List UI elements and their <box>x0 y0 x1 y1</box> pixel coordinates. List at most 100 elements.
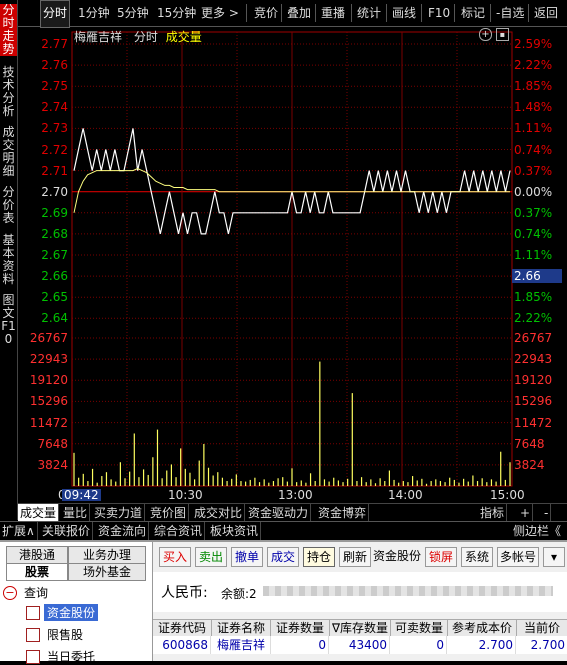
toolbar-back[interactable]: 返回 <box>534 0 558 26</box>
ctab-indicator[interactable]: 指标 <box>478 504 508 522</box>
tree-today-orders[interactable]: 当日委托 <box>47 648 95 665</box>
col-qty[interactable]: 证券数量 <box>271 620 330 636</box>
toolbar-1min[interactable]: 1分钟 <box>78 0 110 26</box>
cell-code: 600868 <box>153 636 211 654</box>
tree-funds-positions[interactable]: 资金股份 <box>44 604 99 621</box>
info-fund-flow[interactable]: 资金流向 <box>96 522 150 540</box>
sell-button[interactable]: 卖出 <box>195 547 227 567</box>
price-tick-label: 2.77 <box>41 37 68 51</box>
nav-business[interactable]: 业务办理 <box>68 546 146 564</box>
toolbar-replay[interactable]: 重播 <box>321 0 345 26</box>
toolbar-mark[interactable]: 标记 <box>461 0 485 26</box>
settings-icon[interactable]: ▪ <box>496 28 509 41</box>
col-price[interactable]: 当前价 <box>517 620 567 636</box>
positions-button[interactable]: 持仓 <box>303 547 335 567</box>
volume-tick-label-right: 15296 <box>514 394 553 409</box>
buy-button[interactable]: 买入 <box>159 547 191 567</box>
tree-restricted-shares[interactable]: 限售股 <box>47 626 83 643</box>
ctab-buy-sell-force[interactable]: 买卖力道 <box>92 504 146 522</box>
col-name[interactable]: 证券名称 <box>212 620 271 636</box>
vtab-basic-info[interactable]: 基本资料 <box>0 234 17 286</box>
col-sellable[interactable]: 可卖数量 <box>391 620 448 636</box>
col-cost[interactable]: 参考成本价 <box>448 620 517 636</box>
positions-table-header: 证券代码 证券名称 证券数量 ∇库存数量 可卖数量 参考成本价 当前价 <box>153 619 567 637</box>
toolbar-f10[interactable]: F10 <box>428 0 450 26</box>
toolbar-more[interactable]: 更多 > <box>201 0 239 26</box>
vtab-intraday[interactable]: 分时走势 <box>0 4 17 56</box>
volume-tick-label-right: 3824 <box>514 457 545 472</box>
nav-stocks[interactable]: 股票 <box>6 563 68 581</box>
tree-query[interactable]: 查询 <box>24 584 48 601</box>
info-related-quotes[interactable]: 关联报价 <box>40 522 94 540</box>
cell-name: 梅雁吉祥 <box>212 636 271 654</box>
intraday-chart[interactable]: 梅雁吉祥 分时 成交量 + ▪ 2.77 2.59% 2.76 2.22% 2.75 1.… <box>18 26 567 502</box>
volume-tick-label: 19120 <box>29 373 68 388</box>
toolbar-15min[interactable]: 15分钟 <box>157 0 196 26</box>
chart-stock-name: 梅雁吉祥 <box>74 30 123 44</box>
volume-tick-label-right: 26767 <box>514 331 553 345</box>
info-news[interactable]: 综合资讯 <box>152 522 206 540</box>
pct-tick-label: 1.85% <box>514 79 553 94</box>
add-circle-icon[interactable]: + <box>479 28 492 41</box>
info-sidebar[interactable]: 侧边栏《 <box>511 522 563 540</box>
ctab-fund-driver[interactable]: 资金驱动力 <box>246 504 312 522</box>
pct-tick-label: 1.48% <box>514 100 553 115</box>
ctab-zoom-in[interactable]: + <box>518 504 534 522</box>
left-vertical-tabs: 分时走势 技术分析 成交明细 分价表 基本资料 图文F10 <box>0 0 18 520</box>
info-expand[interactable]: 扩展∧ <box>0 522 38 540</box>
price-tick-label: 2.76 <box>41 58 68 73</box>
funds-positions-label: 资金股份 <box>372 549 421 563</box>
volume-tick-label: 26767 <box>29 331 68 345</box>
toolbar-remove-favorite[interactable]: -自选 <box>496 0 524 26</box>
info-sector-news[interactable]: 板块资讯 <box>208 522 262 540</box>
ctab-fund-game[interactable]: 资金博弈 <box>316 504 370 522</box>
ctab-volume-ratio[interactable]: 量比 <box>61 504 91 522</box>
trade-buttons: 买入 卖出 撤单 成交 持仓 刷新 资金股份 锁屏 系统 多帐号 ▾ <box>153 542 567 572</box>
volume-tick-label-right: 19120 <box>514 373 553 388</box>
price-tick-label: 2.71 <box>41 163 68 178</box>
collapse-icon[interactable]: − <box>3 586 17 600</box>
volume-tick-label: 3824 <box>37 457 68 472</box>
nav-otc-fund[interactable]: 场外基金 <box>68 563 146 581</box>
col-code[interactable]: 证券代码 <box>153 620 212 636</box>
ctab-volume[interactable]: 成交量 <box>18 504 60 522</box>
dropdown-icon[interactable]: ▾ <box>543 547 565 567</box>
toolbar-auction[interactable]: 竞价 <box>254 0 278 26</box>
ctab-auction-chart[interactable]: 竞价图 <box>148 504 190 522</box>
toolbar-stats[interactable]: 统计 <box>357 0 381 26</box>
system-button[interactable]: 系统 <box>461 547 493 567</box>
cursor-time-label: 09:42 <box>62 488 101 502</box>
toolbar-overlay[interactable]: 叠加 <box>287 0 311 26</box>
ctab-zoom-out[interactable]: - <box>542 504 552 522</box>
multi-account-button[interactable]: 多帐号 <box>497 547 539 567</box>
info-strip: 扩展∧ 关联报价 资金流向 综合资讯 板块资讯 侧边栏《 <box>0 521 567 540</box>
toolbar-draw[interactable]: 画线 <box>392 0 416 26</box>
ctab-trade-compare[interactable]: 成交对比 <box>192 504 246 522</box>
toolbar-intraday[interactable]: 分时 <box>40 0 71 28</box>
vtab-f10[interactable]: 图文F10 <box>0 294 17 346</box>
col-stock[interactable]: ∇库存数量 <box>330 620 391 636</box>
volume-tick-label-right: 7648 <box>514 436 545 451</box>
cell-stock: 43400 <box>330 636 390 654</box>
price-tick-label: 2.70 <box>41 184 68 199</box>
price-tick-label: 2.68 <box>41 226 68 241</box>
trades-button[interactable]: 成交 <box>267 547 299 567</box>
nav-hk-connect[interactable]: 港股通 <box>6 546 68 564</box>
refresh-button[interactable]: 刷新 <box>339 547 371 567</box>
price-tick-label: 2.74 <box>41 100 68 115</box>
price-tick-label: 2.72 <box>41 142 68 157</box>
table-row[interactable]: 600868 梅雁吉祥 0 43400 0 2.700 2.700 <box>153 636 567 654</box>
trading-panel: 港股通 业务办理 股票 场外基金 − 查询 资金股份 限售股 当日委托 买入 卖… <box>0 540 567 664</box>
lock-screen-button[interactable]: 锁屏 <box>425 547 457 567</box>
vtab-trade-detail[interactable]: 成交明细 <box>0 126 17 178</box>
vtab-technical[interactable]: 技术分析 <box>0 66 17 118</box>
cancel-order-button[interactable]: 撤单 <box>231 547 263 567</box>
toolbar-5min[interactable]: 5分钟 <box>117 0 149 26</box>
volume-tick-label: 11472 <box>29 415 68 430</box>
vtab-price-table[interactable]: 分价表 <box>0 186 17 226</box>
top-toolbar: 分时 1分钟 5分钟 15分钟 更多 > 竞价 叠加 重播 统计 画线 F10 … <box>18 0 567 28</box>
price-tick-label: 2.67 <box>41 248 68 262</box>
cell-sellable: 0 <box>391 636 447 654</box>
current-price-tag: 2.66 <box>512 269 562 284</box>
pct-tick-label: 2.59% <box>514 37 553 51</box>
